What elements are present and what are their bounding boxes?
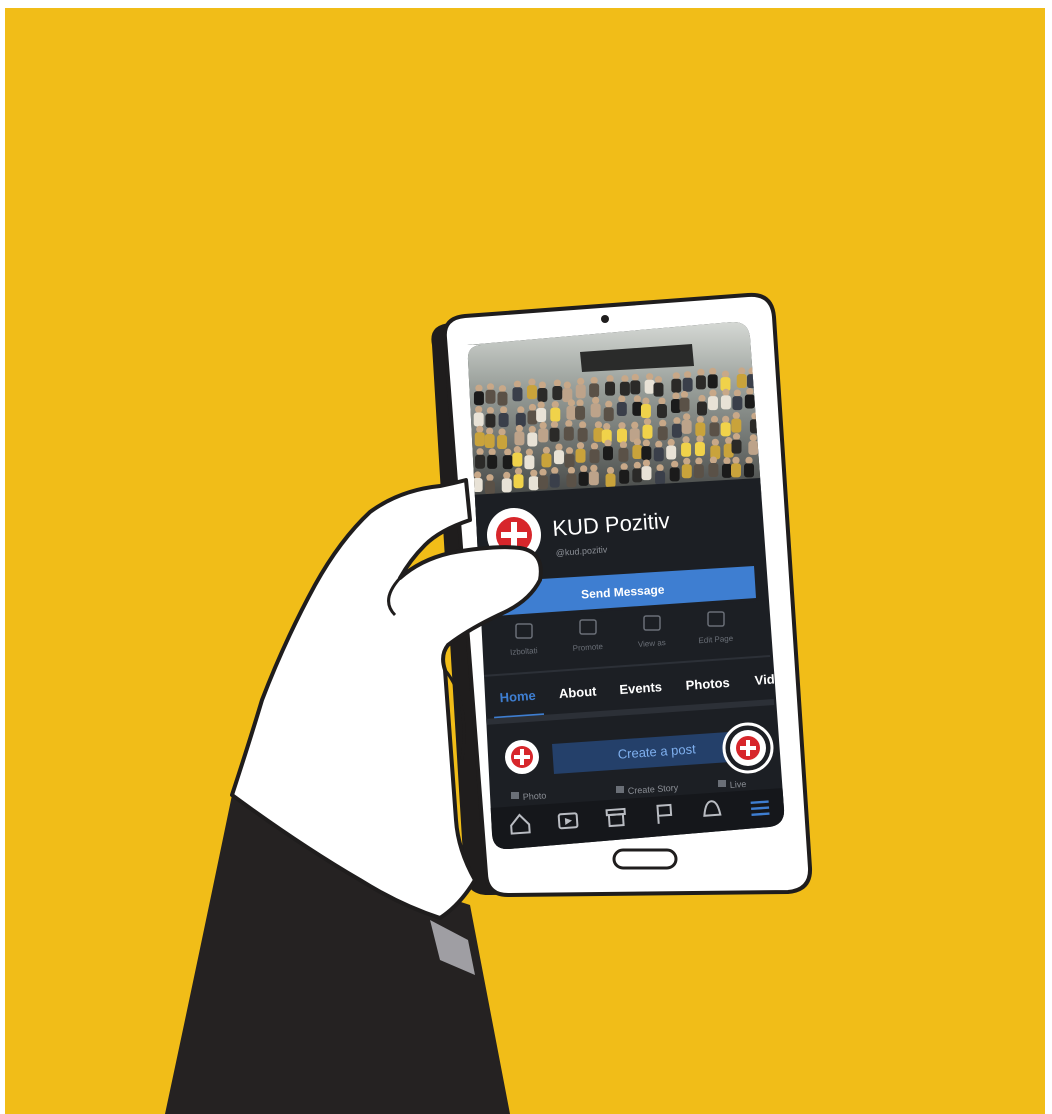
home-button[interactable] <box>612 848 678 870</box>
tab-vid[interactable]: Vid <box>754 672 775 688</box>
menu-icon[interactable] <box>750 800 770 817</box>
tab-label: About <box>558 683 597 701</box>
post-option-label: Live <box>729 779 746 790</box>
photo-icon <box>511 792 519 799</box>
tab-about[interactable]: About <box>558 683 597 701</box>
illustration: KUD Pozitiv @kud.pozitiv Send Message Izbol… <box>0 0 1052 1114</box>
tab-label: Photos <box>685 675 730 693</box>
tab-label: Events <box>619 679 663 697</box>
front-camera <box>601 315 609 323</box>
tab-photos[interactable]: Photos <box>685 675 730 693</box>
tab-events[interactable]: Events <box>619 679 663 697</box>
tab-label: Home <box>499 688 536 705</box>
tab-label: Vid <box>754 672 775 688</box>
composer-avatar <box>505 740 539 774</box>
post-option-label: Photo <box>522 790 546 802</box>
story-icon <box>616 786 624 793</box>
live-icon <box>718 780 726 787</box>
live-avatar[interactable] <box>722 722 774 774</box>
